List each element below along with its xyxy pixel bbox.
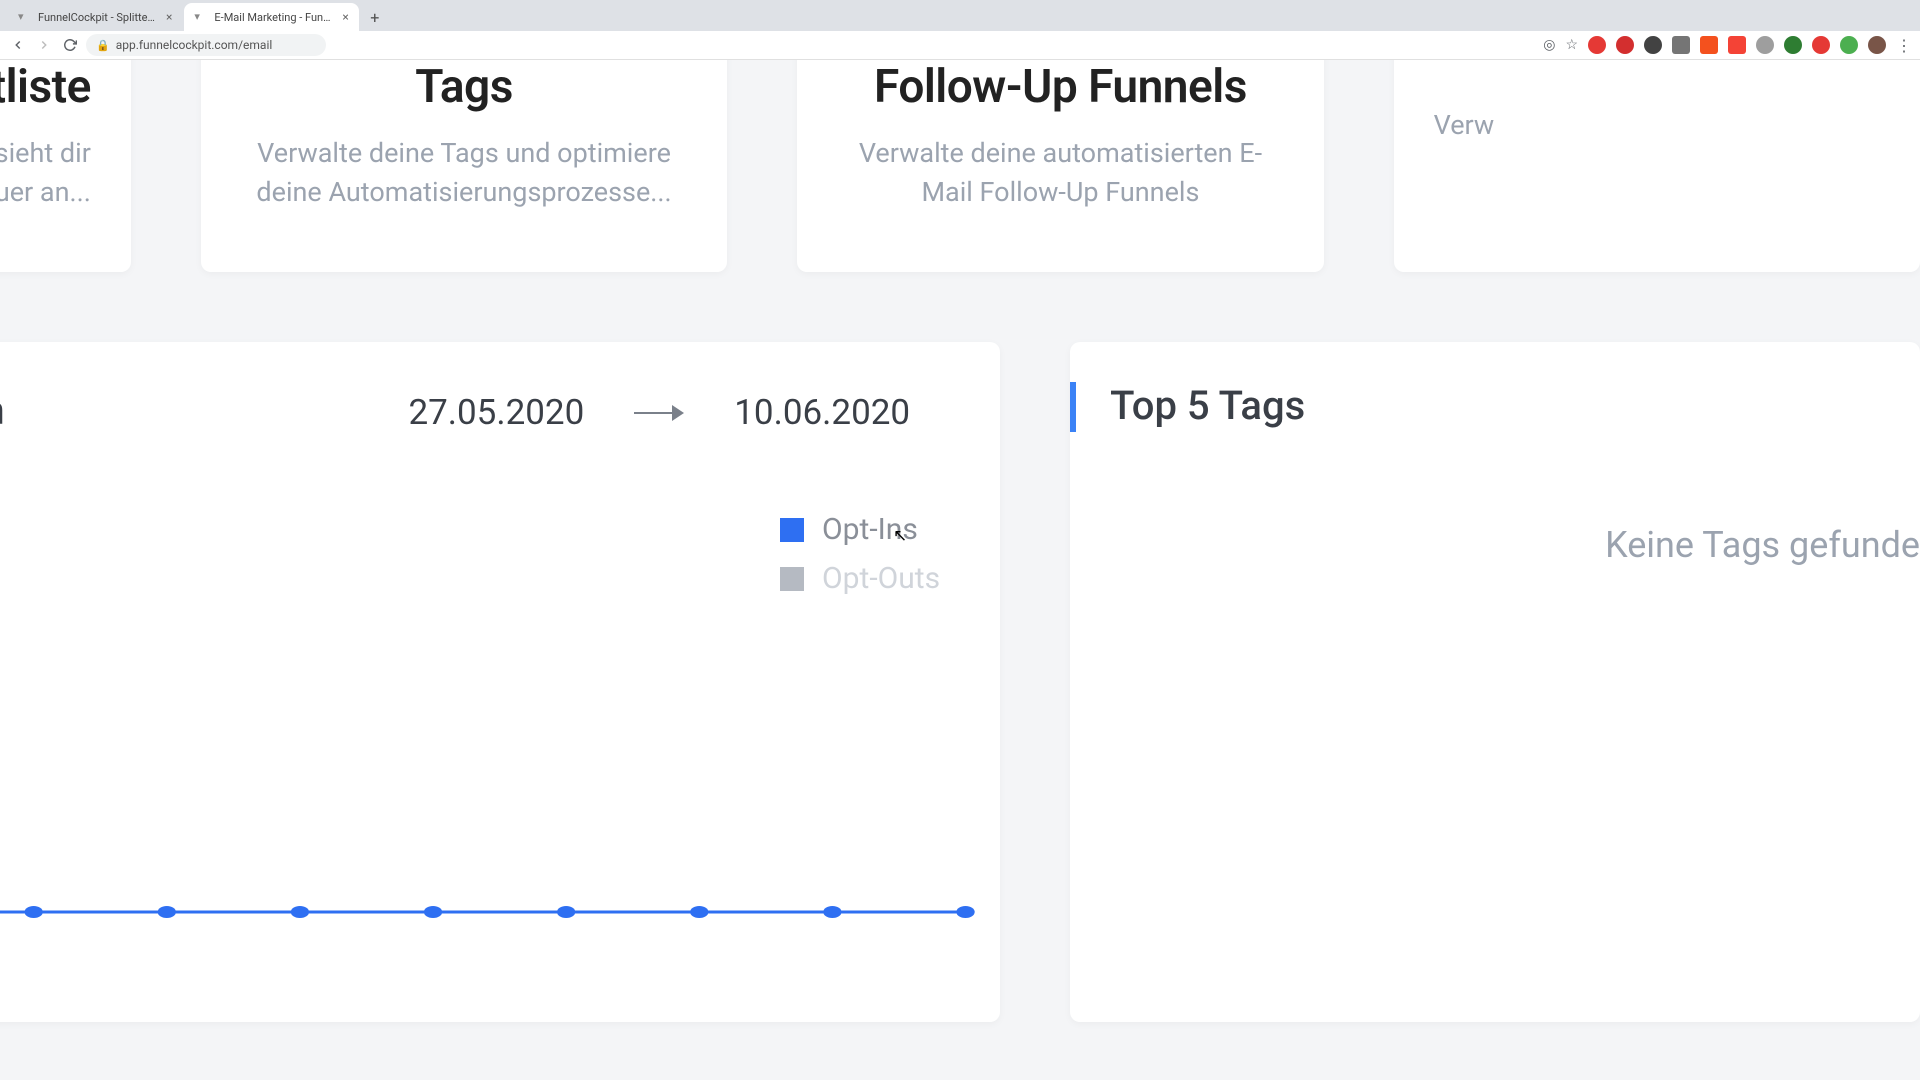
reload-button[interactable] (60, 35, 80, 55)
square-icon (780, 518, 804, 542)
square-icon (780, 567, 804, 591)
card-title: Tags (241, 60, 687, 114)
card-desc: Verwalte deine Tags und optimiere deine … (241, 134, 687, 212)
ext-icon[interactable] (1812, 36, 1830, 54)
cards-row: tliste ktliste und sieht dir enauer an..… (0, 60, 1920, 272)
date-range-picker[interactable]: 27.05.2020 10.06.2020 (0, 392, 940, 433)
card-right-partial[interactable]: Verw (1394, 60, 1920, 272)
ext-icon[interactable] (1756, 36, 1774, 54)
panels-row: n 27.05.2020 10.06.2020 Opt-Ins Opt-Outs (0, 342, 1920, 1022)
url-field[interactable]: 🔒 app.funnelcockpit.com/email (86, 34, 326, 56)
card-followup-funnels[interactable]: Follow-Up Funnels Verwalte deine automat… (797, 60, 1323, 272)
ext-icon[interactable] (1700, 36, 1718, 54)
opt-in-chart-panel: n 27.05.2020 10.06.2020 Opt-Ins Opt-Outs (0, 342, 1000, 1022)
card-desc-line: enauer an... (0, 176, 91, 208)
panel-title: Top 5 Tags (1110, 382, 1860, 429)
funnel-favicon-icon: ▾ (18, 10, 32, 24)
lock-icon: 🔒 (96, 39, 110, 52)
app-page: tliste ktliste und sieht dir enauer an..… (0, 60, 1920, 1080)
extension-icons: ◎ ☆ ⋮ (1543, 36, 1912, 55)
card-title: tliste (0, 60, 91, 114)
url-text: app.funnelcockpit.com/email (116, 38, 273, 52)
tab-strip: ▾ FunnelCockpit - Splittests, M… × ▾ E-M… (0, 0, 1920, 31)
star-icon[interactable]: ☆ (1565, 37, 1578, 53)
avatar[interactable] (1868, 36, 1886, 54)
card-tags[interactable]: Tags Verwalte deine Tags und optimiere d… (201, 60, 727, 272)
date-from: 27.05.2020 (408, 392, 584, 433)
card-title: Follow-Up Funnels (837, 60, 1283, 114)
legend-item-optouts[interactable]: Opt-Outs (780, 561, 940, 596)
tab-splittests[interactable]: ▾ FunnelCockpit - Splittests, M… × (8, 3, 182, 31)
browser-chrome: ▾ FunnelCockpit - Splittests, M… × ▾ E-M… (0, 0, 1920, 60)
empty-state-text: Keine Tags gefunde (1130, 524, 1920, 566)
tab-label: E-Mail Marketing - FunnelCoc… (214, 11, 334, 24)
card-desc-line: ktliste und sieht dir (0, 137, 91, 169)
tab-label: FunnelCockpit - Splittests, M… (38, 11, 158, 24)
close-icon[interactable]: × (342, 10, 348, 24)
tab-email-marketing[interactable]: ▾ E-Mail Marketing - FunnelCoc… × (184, 3, 358, 31)
card-desc: Verwalte deine automatisierten E-Mail Fo… (837, 134, 1283, 212)
close-icon[interactable]: × (166, 10, 172, 24)
date-to: 10.06.2020 (734, 392, 910, 433)
ext-icon[interactable] (1644, 36, 1662, 54)
ext-icon[interactable] (1588, 36, 1606, 54)
forward-button[interactable] (34, 35, 54, 55)
ext-icon[interactable] (1672, 36, 1690, 54)
chart-legend: Opt-Ins Opt-Outs (780, 512, 940, 596)
ext-icon[interactable] (1728, 36, 1746, 54)
ext-icon[interactable] (1616, 36, 1634, 54)
new-tab-button[interactable]: + (361, 3, 389, 31)
ext-icon[interactable] (1840, 36, 1858, 54)
arrow-right-icon (634, 403, 684, 423)
card-kontaktliste[interactable]: tliste ktliste und sieht dir enauer an..… (0, 60, 131, 272)
back-button[interactable] (8, 35, 28, 55)
funnel-favicon-icon: ▾ (194, 10, 208, 24)
card-desc: Verw (1434, 106, 1880, 145)
address-bar: 🔒 app.funnelcockpit.com/email ◎ ☆ ⋮ (0, 31, 1920, 59)
legend-item-optins[interactable]: Opt-Ins (780, 512, 940, 547)
menu-icon[interactable]: ⋮ (1896, 36, 1912, 55)
legend-label: Opt-Outs (822, 561, 940, 596)
site-info-icon[interactable]: ◎ (1543, 37, 1555, 53)
panel-title-fragment: n (0, 387, 5, 434)
optin-line-chart (0, 902, 970, 922)
ext-icon[interactable] (1784, 36, 1802, 54)
legend-label: Opt-Ins (822, 512, 918, 547)
top-tags-panel: Top 5 Tags Keine Tags gefunde (1070, 342, 1920, 1022)
accent-bar (1070, 382, 1076, 432)
